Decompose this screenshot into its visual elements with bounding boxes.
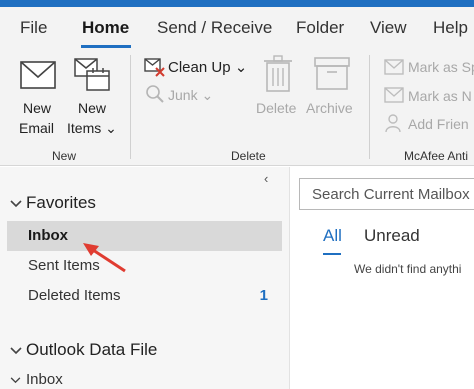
pointer-arrow-annotation (83, 243, 126, 273)
group-separator (130, 55, 131, 159)
tab-help[interactable]: Help (433, 18, 468, 38)
mark-as-not-spam-label: Mark as N (408, 88, 472, 104)
folder-pane: ‹ Favorites Inbox Sent Items Deleted Ite… (0, 167, 289, 389)
search-box[interactable] (299, 178, 474, 210)
tab-home[interactable]: Home (82, 18, 129, 38)
clean-up-label: Clean Up ⌄ (168, 59, 248, 76)
favorites-label: Favorites (26, 193, 96, 212)
group-label-delete: Delete (231, 149, 266, 163)
mark-as-spam-label: Mark as Sp (408, 59, 474, 75)
tab-send-receive[interactable]: Send / Receive (157, 18, 272, 38)
folder-label: Inbox (28, 227, 68, 244)
collapse-pane-icon[interactable]: ‹ (264, 171, 268, 186)
tab-view[interactable]: View (370, 18, 407, 38)
add-friend-label: Add Frien (408, 116, 469, 132)
unread-count-badge: 1 (259, 287, 268, 304)
message-list-pane: All Unread We didn't find anythi (289, 167, 474, 389)
junk-icon (146, 85, 164, 103)
chevron-down-icon (10, 371, 26, 388)
chevron-down-icon (10, 193, 26, 213)
empty-list-message: We didn't find anythi (354, 262, 462, 276)
tab-file[interactable]: File (20, 18, 47, 38)
trash-icon (264, 55, 292, 92)
title-bar-strip (0, 0, 474, 7)
junk-label: Junk ⌄ (168, 87, 214, 103)
folder-item-inbox[interactable]: Inbox (7, 221, 282, 251)
new-email-label-2: Email (19, 120, 55, 136)
filter-unread-tab[interactable]: Unread (364, 226, 420, 246)
group-label-mcafee: McAfee Anti (404, 149, 469, 163)
ribbon: New Email New Items ⌄ New Clean Up ⌄ Jun… (0, 49, 474, 166)
search-input[interactable] (300, 179, 474, 209)
add-friend-icon (385, 114, 401, 133)
folder-item-deleted-items[interactable]: Deleted Items 1 (7, 281, 282, 311)
filter-all-tab[interactable]: All (323, 226, 342, 246)
archive-icon (314, 57, 350, 90)
mark-as-not-spam-icon (384, 87, 404, 103)
group-label-new: New (52, 149, 77, 163)
group-separator (369, 55, 370, 159)
favorites-header[interactable]: Favorites (10, 193, 96, 213)
delete-label: Delete (256, 100, 297, 116)
clean-up-icon (144, 58, 165, 77)
new-email-label-1: New (23, 100, 52, 116)
archive-label: Archive (306, 100, 353, 116)
folder-item-data-file-inbox[interactable]: Inbox (10, 371, 63, 388)
envelope-icon (20, 61, 56, 89)
outlook-data-file-label: Outlook Data File (26, 340, 158, 359)
tab-folder[interactable]: Folder (296, 18, 344, 38)
new-items-icon (74, 58, 110, 91)
folder-label: Deleted Items (28, 287, 121, 304)
active-tab-indicator (81, 45, 131, 48)
ribbon-tab-bar: File Home Send / Receive Folder View Hel… (0, 7, 474, 49)
chevron-down-icon (10, 340, 26, 360)
mark-as-spam-icon (384, 59, 404, 75)
outlook-data-file-header[interactable]: Outlook Data File (10, 340, 157, 360)
new-items-label-2: Items ⌄ (67, 120, 117, 136)
active-filter-indicator (323, 253, 341, 255)
folder-item-sent-items[interactable]: Sent Items (7, 251, 282, 281)
new-items-label-1: New (78, 100, 107, 116)
folder-label: Inbox (26, 371, 63, 388)
